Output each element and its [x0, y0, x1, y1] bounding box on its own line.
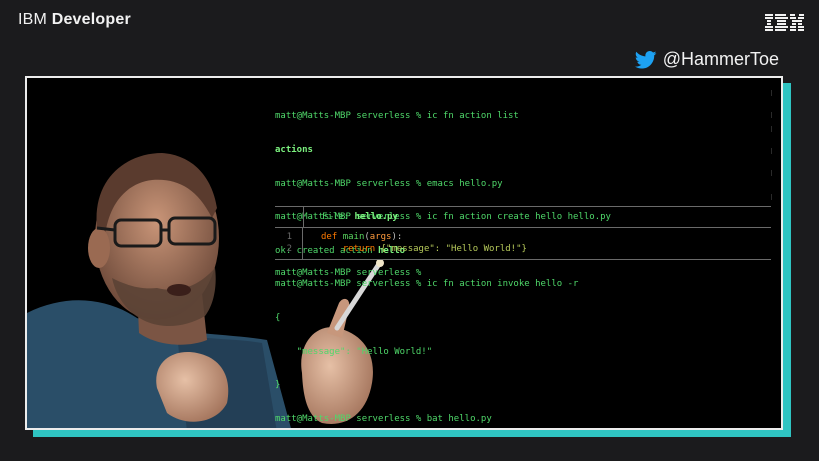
terminal-line: matt@Matts-MBP serverless % ic fn action…: [275, 279, 579, 290]
twitter-handle[interactable]: @HammerToe: [634, 49, 779, 70]
terminal-line: matt@Matts-MBP serverless % ic fn action…: [275, 111, 519, 122]
brand-developer: Developer: [51, 11, 131, 28]
divider: [275, 259, 771, 260]
code-def: def: [321, 232, 338, 242]
line-number: 1: [286, 232, 292, 242]
terminal-line: actions: [275, 145, 313, 156]
code-arg: args: [369, 232, 392, 242]
bat-header: File: hello.py: [275, 207, 771, 227]
twitter-icon: [634, 50, 657, 69]
code-return: return: [342, 243, 376, 254]
file-name: hello.py: [354, 212, 398, 222]
file-label: File:: [322, 212, 355, 222]
bat-body: 1 2 def main(args): return {"message": "…: [275, 228, 771, 259]
code-paren-close: ):: [391, 232, 403, 242]
code-line-1: def main(args):: [321, 232, 527, 244]
code-fn-name: main: [342, 232, 365, 242]
brand-ibm: IBM: [18, 11, 48, 28]
terminal-line: "message": "Hello World!": [275, 346, 433, 357]
bat-file-view: File: hello.py 1 2 def main(args): retur…: [275, 206, 771, 260]
twitter-handle-text: @HammerToe: [662, 49, 779, 69]
video-frame: matt@Matts-MBP serverless % ic fn action…: [25, 76, 783, 430]
code-return-body: {"message": "Hello World!"}: [375, 243, 527, 254]
line-number: 2: [286, 243, 292, 254]
terminal-line: }: [275, 380, 281, 391]
bat-file-label: File: hello.py: [304, 212, 398, 222]
terminal-line: {: [275, 313, 281, 324]
terminal-line: matt@Matts-MBP serverless % emacs hello.…: [275, 178, 503, 189]
bat-gutter: [275, 207, 304, 227]
terminal-line: matt@Matts-MBP serverless % bat hello.py: [275, 413, 492, 424]
ibm-logo-icon: [765, 14, 804, 31]
ibm-developer-brand: IBM Developer: [18, 11, 131, 29]
line-numbers: 1 2: [275, 228, 303, 259]
terminal-scrollbar: [771, 90, 773, 260]
code-block: def main(args): return {"message": "Hell…: [303, 228, 527, 259]
terminal-final-prompt: matt@Matts-MBP serverless %: [275, 268, 422, 278]
code-line-2: return {"message": "Hello World!"}: [321, 244, 527, 256]
